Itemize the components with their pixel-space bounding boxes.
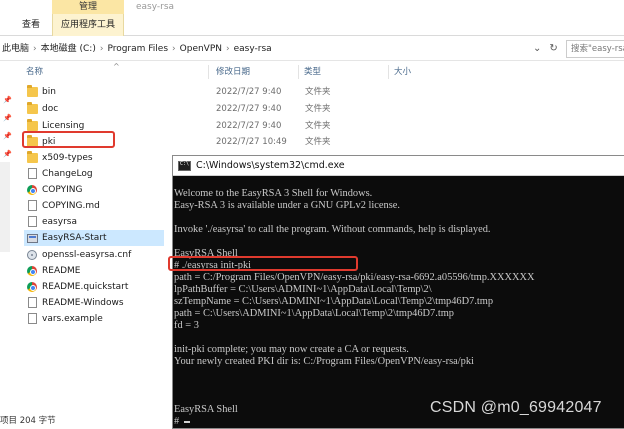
- document-icon: [28, 297, 37, 308]
- file-date: 2022/7/27 9:40: [216, 104, 282, 114]
- refresh-icon[interactable]: ↻: [549, 43, 557, 54]
- list-item[interactable]: doc 2022/7/27 9:40 文件夹: [18, 101, 624, 117]
- search-input[interactable]: 搜索"easy-rsa": [566, 40, 624, 58]
- console-line: Your newly created PKI dir is: C:/Progra…: [174, 356, 474, 367]
- address-bar[interactable]: 此电脑 › 本地磁盘 (C:) › Program Files › OpenVPN › easy…: [0, 37, 624, 61]
- file-date: 2022/7/27 9:40: [216, 87, 282, 97]
- chevron-right-icon: ›: [226, 44, 230, 54]
- console-line: path = C:/Program Files/OpenVPN/easy-rsa…: [174, 272, 535, 283]
- file-type: 文件夹: [305, 87, 331, 97]
- console-prompt-line: #: [174, 416, 190, 427]
- list-item[interactable]: bin 2022/7/27 9:40 文件夹: [18, 84, 624, 100]
- pin-icon: 📌: [3, 132, 12, 140]
- highlight-box-command: [168, 256, 358, 271]
- navigation-pane[interactable]: 📌 📌 📌 📌: [0, 62, 18, 412]
- breadcrumb: 此电脑 › 本地磁盘 (C:) › Program Files › OpenVPN › easy…: [2, 37, 272, 61]
- file-name: openssl-easyrsa.cnf: [42, 250, 132, 260]
- console-output[interactable]: Welcome to the EasyRSA 3 Shell for Windo…: [173, 176, 624, 429]
- file-name: x509-types: [42, 153, 93, 163]
- console-prompt: #: [174, 416, 182, 427]
- column-header-size[interactable]: 大小: [394, 63, 411, 81]
- file-name: COPYING: [42, 185, 83, 195]
- status-bar: 项目 204 字节: [0, 416, 56, 426]
- console-icon: [178, 161, 191, 171]
- document-icon: [28, 216, 37, 227]
- document-icon: [28, 313, 37, 324]
- folder-icon: [27, 102, 38, 114]
- document-icon: [28, 200, 37, 211]
- ribbon-tabs: 查看 应用程序工具: [0, 14, 624, 36]
- column-header-type[interactable]: 类型: [304, 63, 321, 81]
- chrome-icon: [27, 266, 37, 276]
- breadcrumb-item-this-pc[interactable]: 此电脑: [2, 44, 29, 54]
- file-type: 文件夹: [305, 104, 331, 114]
- breadcrumb-item-local-disk[interactable]: 本地磁盘 (C:): [41, 44, 96, 54]
- file-name: ChangeLog: [42, 169, 93, 179]
- pin-icon: 📌: [3, 96, 12, 104]
- pin-icon: 📌: [3, 114, 12, 122]
- console-line: Welcome to the EasyRSA 3 Shell for Windo…: [174, 188, 373, 199]
- column-divider[interactable]: [208, 65, 209, 79]
- file-name: README-Windows: [42, 298, 124, 308]
- cmd-title: C:\Windows\system32\cmd.exe: [196, 160, 345, 171]
- batch-file-icon: [27, 234, 38, 243]
- breadcrumb-item-easy-rsa[interactable]: easy-rsa: [234, 44, 272, 54]
- console-line: szTempName = C:\Users\ADMINI~1\AppData\L…: [174, 296, 494, 307]
- config-file-icon: [27, 250, 37, 260]
- tab-view[interactable]: 查看: [22, 14, 40, 36]
- file-name: vars.example: [42, 314, 103, 324]
- file-name: README: [42, 266, 81, 276]
- context-group-manage: 管理: [52, 0, 124, 14]
- cmd-title-bar[interactable]: C:\Windows\system32\cmd.exe: [173, 156, 624, 176]
- file-name: EasyRSA-Start: [42, 233, 107, 243]
- folder-icon: [27, 119, 38, 131]
- document-icon: [28, 168, 37, 179]
- file-name: easyrsa: [42, 217, 77, 227]
- chrome-icon: [27, 185, 37, 195]
- file-type: 文件夹: [305, 137, 331, 147]
- window-title: easy-rsa: [136, 2, 175, 12]
- file-name: doc: [42, 104, 59, 114]
- address-dropdown-icon[interactable]: ⌄: [533, 43, 541, 54]
- column-divider[interactable]: [298, 65, 299, 79]
- folder-icon: [27, 151, 38, 163]
- console-line: Easy-RSA 3 is available under a GNU GPLv…: [174, 200, 400, 211]
- file-date: 2022/7/27 10:49: [216, 137, 287, 147]
- navigation-scrollbar[interactable]: [0, 162, 10, 252]
- console-line: init-pki complete; you may now create a …: [174, 344, 409, 355]
- column-headers: ^ 名称 修改日期 类型 大小: [18, 62, 624, 81]
- column-header-date[interactable]: 修改日期: [216, 63, 250, 81]
- file-name: README.quickstart: [42, 282, 129, 292]
- breadcrumb-item-program-files[interactable]: Program Files: [107, 44, 168, 54]
- chevron-right-icon: ›: [33, 44, 37, 54]
- chevron-right-icon: ›: [172, 44, 176, 54]
- chrome-icon: [27, 282, 37, 292]
- console-line: path = C:\Users\ADMINI~1\AppData\Local\T…: [174, 308, 455, 319]
- console-line: lpPathBuffer = C:\Users\ADMINI~1\AppData…: [174, 284, 432, 295]
- tab-application-tools[interactable]: 应用程序工具: [52, 14, 124, 36]
- highlight-box-pki: [22, 131, 115, 148]
- folder-icon: [27, 85, 38, 97]
- file-type: 文件夹: [305, 121, 331, 131]
- file-date: 2022/7/27 9:40: [216, 121, 282, 131]
- console-line: EasyRSA Shell: [174, 404, 238, 415]
- chevron-right-icon: ›: [99, 44, 104, 54]
- sort-caret-icon: ^: [113, 62, 120, 71]
- file-name: COPYING.md: [42, 201, 100, 211]
- ribbon-title-strip: 管理 easy-rsa: [0, 0, 624, 14]
- file-name: bin: [42, 87, 56, 97]
- column-header-name[interactable]: 名称: [26, 63, 43, 81]
- address-controls: ⌄ ↻: [533, 37, 566, 61]
- watermark: CSDN @m0_69942047: [430, 399, 602, 416]
- cmd-window[interactable]: C:\Windows\system32\cmd.exe Welcome to t…: [172, 155, 624, 429]
- text-cursor: [183, 420, 190, 423]
- console-line: fd = 3: [174, 320, 199, 331]
- pin-icon: 📌: [3, 150, 12, 158]
- console-line: Invoke './easyrsa' to call the program. …: [174, 224, 491, 235]
- column-divider[interactable]: [388, 65, 389, 79]
- breadcrumb-item-openvpn[interactable]: OpenVPN: [180, 44, 222, 54]
